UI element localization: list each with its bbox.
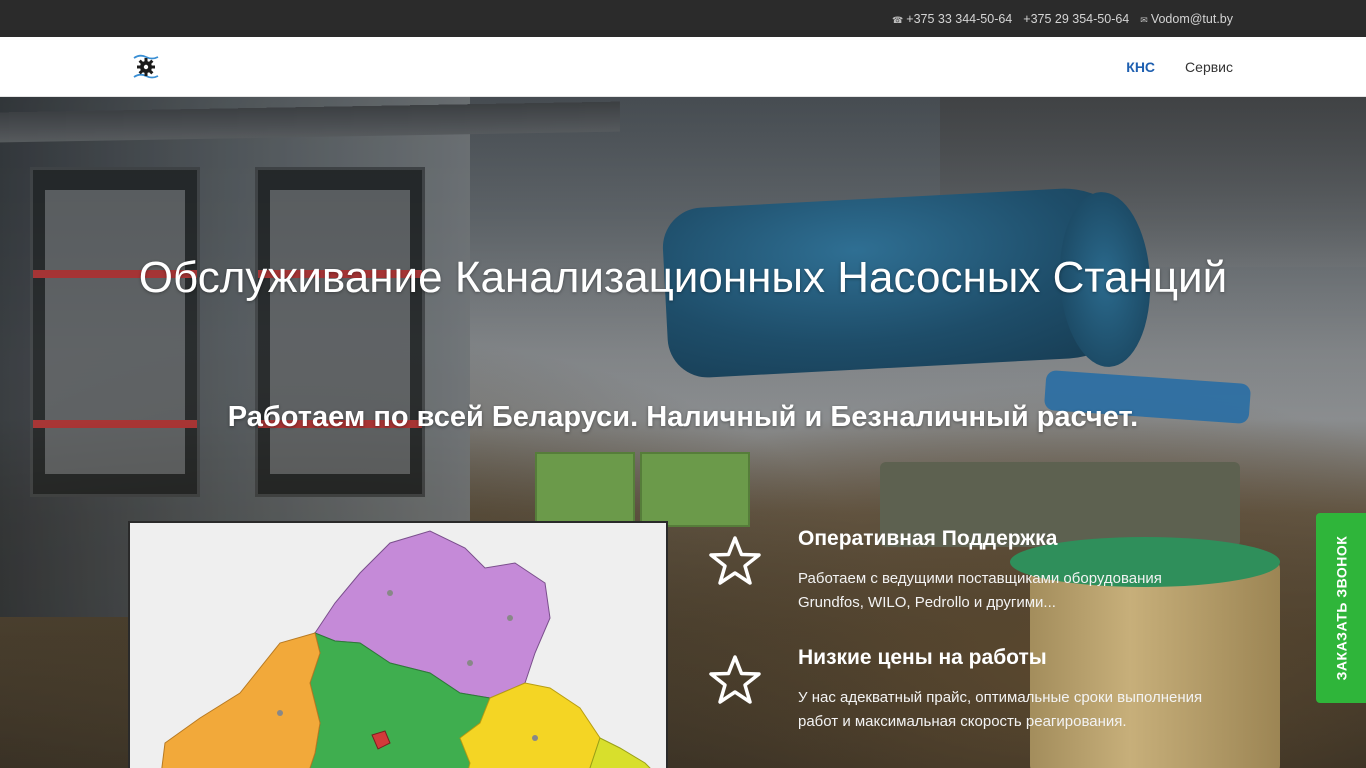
email-link[interactable]: ✉ Vodom@tut.by [1140, 12, 1233, 26]
nav-item-service[interactable]: Сервис [1185, 59, 1233, 75]
belarus-region-map [128, 521, 668, 768]
background-cabinet [255, 167, 425, 497]
mail-icon: ✉ [1140, 14, 1148, 25]
background-green-box [640, 452, 750, 527]
order-call-button[interactable]: ЗАКАЗАТЬ ЗВОНОК [1316, 513, 1366, 703]
hero-section: Обслуживание Канализационных Насосных Ст… [0, 97, 1366, 768]
feature-text: Работаем с ведущими поставщиками оборудо… [798, 570, 1162, 611]
gear-water-icon[interactable] [132, 53, 160, 81]
main-nav: КНС Сервис [1126, 37, 1233, 97]
hero-subtitle: Работаем по всей Беларуси. Наличный и Бе… [227, 401, 1139, 433]
nav-item-kns[interactable]: КНС [1126, 59, 1155, 75]
phone-1[interactable]: ☎ +375 33 344-50-64 [892, 12, 1012, 26]
navbar: КНС Сервис [0, 37, 1366, 97]
feature-title: Низкие цены на работы [798, 646, 1047, 669]
background-cabinet [30, 167, 200, 497]
hero-title: Обслуживание Канализационных Насосных Ст… [138, 253, 1228, 302]
feature-text: У нас адекватный прайс, оптимальные срок… [798, 689, 1203, 730]
email-text: Vodom@tut.by [1150, 11, 1233, 26]
contacts: ☎ +375 33 344-50-64 +375 29 354-50-64 ✉ Vo… [892, 0, 1233, 37]
phone-icon: ☎ [892, 14, 904, 25]
phone-2[interactable]: +375 29 354-50-64 [1023, 12, 1129, 26]
social-links [122, 0, 422, 37]
order-call-label: ЗАКАЗАТЬ ЗВОНОК [1333, 535, 1350, 681]
phone-1-text: +375 33 344-50-64 [906, 11, 1013, 26]
star-icon [709, 536, 761, 585]
background-roof [0, 101, 620, 143]
map-image [130, 523, 666, 768]
feature-title: Оперативная Поддержка [798, 527, 1058, 550]
background-green-box [535, 452, 635, 527]
top-bar: ☎ +375 33 344-50-64 +375 29 354-50-64 ✉ Vo… [0, 0, 1366, 37]
star-icon [709, 655, 761, 704]
